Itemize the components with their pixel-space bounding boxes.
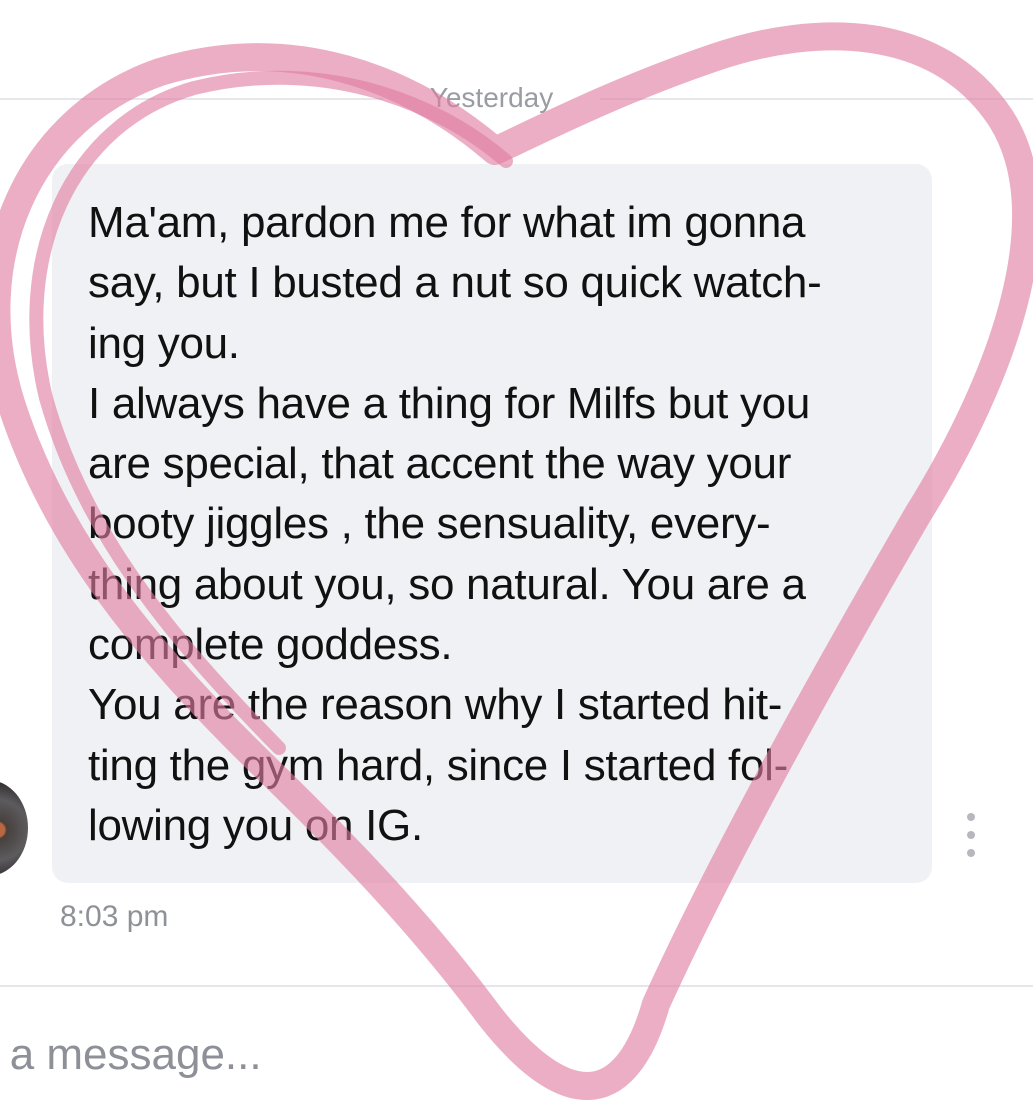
divider-line-right	[600, 98, 1033, 100]
message-line: ting the gym hard, since I started fol-	[88, 740, 788, 790]
message-input[interactable]	[0, 1020, 933, 1090]
more-dot	[967, 813, 975, 821]
message-line: booty jiggles , the sensuality, every-	[88, 499, 771, 549]
message-line: ing you.	[88, 318, 240, 368]
message-text: Ma'am, pardon me for what im gonna say, …	[88, 193, 822, 856]
divider-line-left	[0, 98, 383, 100]
more-vertical-icon[interactable]	[958, 813, 984, 857]
sender-avatar[interactable]	[0, 780, 28, 876]
message-line: lowing you on IG.	[88, 800, 423, 850]
message-line: complete goddess.	[88, 620, 453, 670]
message-line: are special, that accent the way your	[88, 439, 792, 489]
date-label: Yesterday	[429, 82, 554, 113]
date-divider: Yesterday	[0, 78, 1033, 118]
more-dot	[967, 831, 975, 839]
message-timestamp: 8:03 pm	[60, 900, 169, 933]
message-line: say, but I busted a nut so quick watch-	[88, 258, 822, 308]
message-line: Ma'am, pardon me for what im gonna	[88, 198, 806, 247]
message-line: thing about you, so natural. You are a	[88, 559, 806, 609]
chat-screen: Yesterday Ma'am, pardon me for what im g…	[0, 0, 1033, 1113]
message-line: You are the reason why I started hit-	[88, 680, 783, 730]
composer-divider	[0, 985, 1033, 987]
message-line: I always have a thing for Milfs but you	[88, 378, 810, 428]
more-dot	[967, 849, 975, 857]
